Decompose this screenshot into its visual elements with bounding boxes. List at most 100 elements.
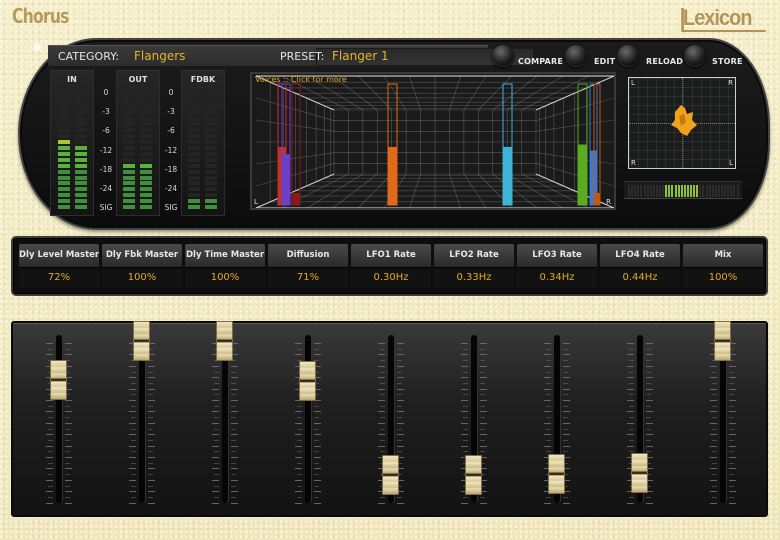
fader-tick	[563, 377, 570, 379]
fader-tick	[461, 445, 468, 447]
correlation-segment	[717, 185, 720, 197]
fader-tick	[148, 496, 153, 498]
compare-button[interactable]	[492, 45, 514, 67]
fader-dly-level-master[interactable]	[39, 323, 79, 519]
fader-knob[interactable]	[133, 321, 150, 361]
param-value[interactable]: 72%	[19, 267, 99, 288]
voices-display[interactable]: Voices :: Click for more L R	[250, 72, 616, 210]
param-dly-level-master[interactable]: Dly Level Master 72%	[19, 244, 99, 289]
fader-tick	[463, 428, 468, 430]
fader-tick	[148, 405, 153, 407]
param-lfo3-rate[interactable]: LFO3 Rate 0.34Hz	[517, 244, 597, 289]
fader-lfo4-rate[interactable]	[620, 323, 660, 519]
fader-tick	[214, 428, 219, 430]
fader-tick	[397, 377, 404, 379]
fader-tick	[397, 343, 404, 344]
lexicon-logo: Lexicon	[681, 5, 766, 32]
fader-tick	[129, 468, 136, 470]
store-label[interactable]: STORE	[712, 57, 743, 66]
fader-tick	[646, 502, 653, 504]
meter-segment	[123, 187, 135, 192]
fader-knob[interactable]	[216, 321, 233, 361]
fader-tick	[214, 485, 219, 487]
fader-tick	[48, 439, 53, 441]
fader-tick	[231, 474, 236, 476]
reload-button[interactable]	[617, 45, 639, 67]
compare-label[interactable]: COMPARE	[518, 57, 563, 66]
meter-scale-label: -6	[167, 126, 175, 136]
param-name: Dly Fbk Master	[102, 244, 182, 267]
meter-segment	[188, 128, 200, 133]
meter-segment	[123, 92, 135, 97]
reload-label[interactable]: RELOAD	[646, 57, 683, 66]
fader-tick	[397, 428, 402, 430]
param-value[interactable]: 100%	[683, 267, 763, 288]
param-value[interactable]: 71%	[268, 267, 348, 288]
fader-mix[interactable]	[703, 321, 743, 519]
fader-tick	[646, 360, 651, 362]
fader-knob[interactable]	[299, 361, 316, 402]
fader-tick	[544, 502, 551, 504]
fader-tick	[710, 411, 717, 413]
fader-knob[interactable]	[548, 454, 565, 495]
param-value[interactable]: 0.44Hz	[600, 267, 680, 288]
fader-tick	[627, 388, 634, 390]
fader-dly-fbk-master[interactable]	[122, 321, 162, 519]
fader-dly-time-master[interactable]	[205, 321, 245, 519]
fader-tick	[65, 417, 70, 419]
fader-knob[interactable]	[714, 321, 731, 361]
param-value[interactable]: 100%	[102, 267, 182, 288]
fader-knob[interactable]	[465, 454, 482, 495]
param-dly-fbk-master[interactable]: Dly Fbk Master 100%	[102, 244, 182, 289]
fader-tick	[729, 400, 736, 401]
fader-diffusion[interactable]	[288, 323, 328, 519]
meter-segment	[188, 92, 200, 97]
fader-knob[interactable]	[382, 454, 399, 495]
param-lfo2-rate[interactable]: LFO2 Rate 0.33Hz	[434, 244, 514, 289]
fader-tick	[646, 439, 651, 441]
fader-tick	[297, 348, 302, 350]
fader-knob[interactable]	[631, 452, 648, 493]
edit-button[interactable]	[565, 45, 587, 67]
param-diffusion[interactable]: Diffusion 71%	[268, 244, 348, 289]
preset-value[interactable]: Flanger 1	[332, 49, 389, 63]
voices-link[interactable]: Voices :: Click for more	[255, 75, 347, 84]
fader-tick	[314, 445, 321, 447]
meter-segment	[75, 157, 87, 162]
fader-tick	[546, 394, 551, 396]
store-button[interactable]	[684, 45, 706, 67]
fader-tick	[646, 445, 653, 447]
meter-scale-label: -6	[102, 126, 110, 136]
fader-tick	[563, 445, 570, 447]
fader-tick	[297, 417, 302, 419]
meter-segment	[58, 128, 70, 133]
fader-tick	[378, 388, 385, 390]
param-value[interactable]: 100%	[185, 267, 265, 288]
fader-tick	[231, 382, 236, 384]
param-value[interactable]: 0.30Hz	[351, 267, 431, 288]
meter-segment	[123, 169, 135, 174]
edit-label[interactable]: EDIT	[594, 57, 615, 66]
fader-tick	[729, 405, 734, 407]
category-value[interactable]: Flangers	[134, 49, 185, 63]
fader-knob[interactable]	[50, 359, 67, 400]
param-mix[interactable]: Mix 100%	[683, 244, 763, 289]
fader-tick	[48, 428, 53, 430]
param-lfo1-rate[interactable]: LFO1 Rate 0.30Hz	[351, 244, 431, 289]
meter-segment	[205, 193, 217, 198]
fader-lfo2-rate[interactable]	[454, 323, 494, 519]
param-value[interactable]: 0.34Hz	[517, 267, 597, 288]
fader-tick	[231, 417, 236, 419]
param-lfo4-rate[interactable]: LFO4 Rate 0.44Hz	[600, 244, 680, 289]
param-dly-time-master[interactable]: Dly Time Master 100%	[185, 244, 265, 289]
fader-tick	[646, 417, 651, 419]
fader-tick	[729, 491, 736, 493]
meter-scale-label: -18	[164, 164, 178, 174]
fader-tick	[231, 502, 238, 504]
fader-tick	[397, 496, 402, 498]
fader-lfo3-rate[interactable]	[537, 323, 577, 519]
fader-tick	[546, 360, 551, 362]
param-value[interactable]: 0.33Hz	[434, 267, 514, 288]
fader-lfo1-rate[interactable]	[371, 323, 411, 519]
output-meter: OUT	[116, 70, 160, 216]
